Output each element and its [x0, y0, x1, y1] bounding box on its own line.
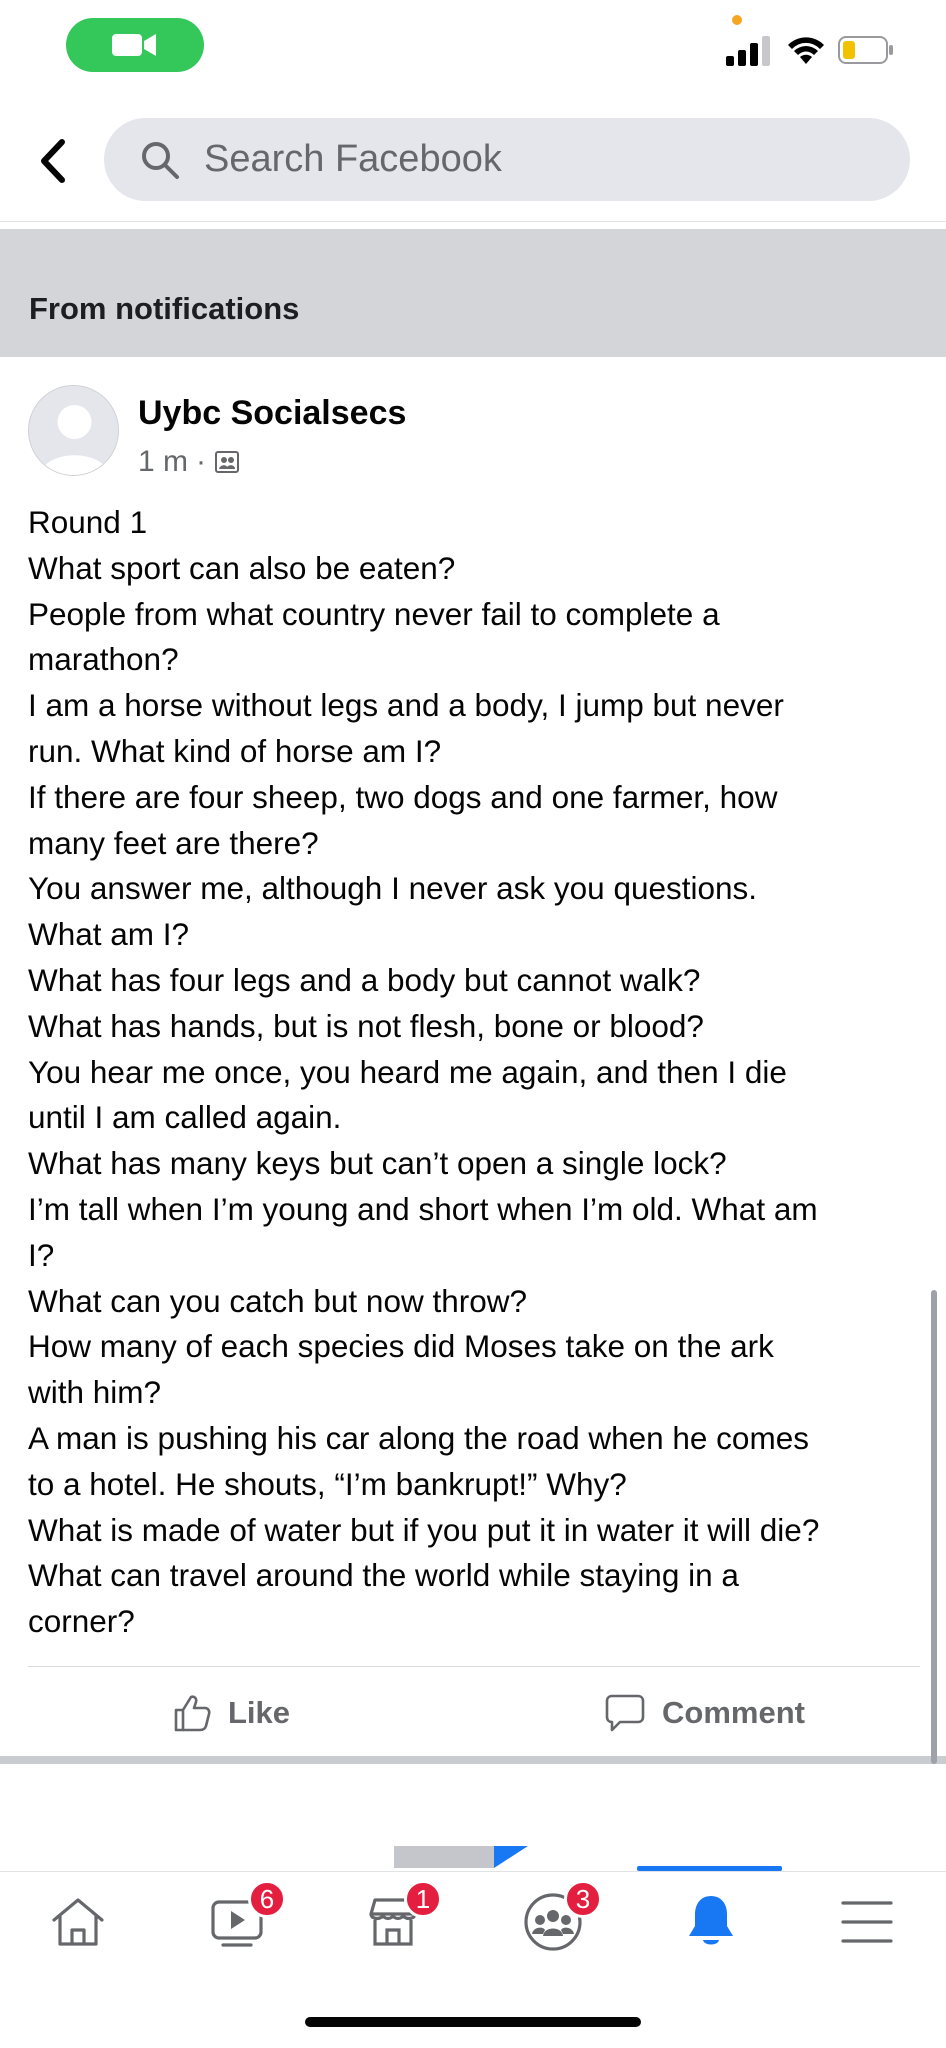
tab-menu[interactable] — [832, 1890, 902, 1954]
post-time[interactable]: 1 m — [138, 445, 188, 479]
scrollbar-thumb[interactable] — [931, 1290, 937, 1764]
post-body-line: run. What kind of horse am I? — [28, 732, 442, 769]
post-body-line: What has four legs and a body but cannot… — [28, 961, 701, 998]
like-button[interactable]: Like — [172, 1682, 290, 1744]
next-content-peek-accent — [494, 1846, 528, 1868]
post-body-line: I? — [28, 1236, 55, 1273]
video-camera-icon — [112, 34, 156, 56]
facebook-notification-post-page: Search Facebook From notifications Uybc … — [0, 0, 946, 2048]
post-body-line: If there are four sheep, two dogs and on… — [28, 778, 778, 815]
hamburger-menu-icon — [841, 1901, 893, 1943]
post-body-line: many feet are there? — [28, 824, 319, 861]
home-icon — [52, 1898, 104, 1946]
tab-notifications[interactable] — [676, 1890, 746, 1954]
marketplace-badge: 1 — [404, 1880, 442, 1918]
post-body-line: I’m tall when I’m young and short when I… — [28, 1190, 818, 1227]
status-bar — [0, 0, 946, 100]
post-body-line: A man is pushing his car along the road … — [28, 1419, 809, 1456]
post-body-line: What has hands, but is not flesh, bone o… — [28, 1007, 704, 1044]
tab-marketplace[interactable]: 1 — [358, 1880, 442, 1954]
thumbs-up-icon — [174, 1695, 211, 1732]
post-body-line: People from what country never fail to c… — [28, 595, 720, 632]
like-label: Like — [228, 1695, 291, 1730]
comment-label: Comment — [662, 1695, 805, 1730]
tab-home[interactable] — [43, 1890, 113, 1954]
tab-groups[interactable]: 3 — [518, 1880, 602, 1954]
post-body-line: How many of each species did Moses take … — [28, 1328, 774, 1365]
post-body-line: to a hotel. He shouts, “I’m bankrupt!” W… — [28, 1465, 627, 1502]
bottom-tab-bar: 6 1 3 — [0, 1871, 946, 1971]
post-body-line: What has many keys but can’t open a sing… — [28, 1145, 727, 1182]
battery-low-icon — [838, 36, 893, 64]
meta-separator: · — [196, 445, 207, 478]
post-body-line: with him? — [28, 1374, 162, 1411]
default-avatar-icon — [29, 386, 118, 475]
post-separator-bar — [0, 1756, 946, 1764]
post-meta: 1 m · — [138, 445, 240, 479]
signal-bars-icon — [726, 36, 770, 66]
avatar[interactable] — [28, 385, 119, 476]
facetime-pill[interactable] — [66, 18, 204, 72]
post-body-line: Round 1 — [28, 504, 148, 540]
search-icon — [142, 141, 179, 179]
post-body: Round 1 What sport can also be eaten? Peop… — [28, 500, 928, 1645]
search-input[interactable]: Search Facebook — [104, 118, 910, 201]
post-body-line: marathon? — [28, 641, 179, 678]
privacy-indicator-dot — [732, 15, 742, 25]
post-body-line: You answer me, although I never ask you … — [28, 870, 758, 907]
next-content-peek — [394, 1846, 494, 1868]
post-body-line: What am I? — [28, 916, 190, 953]
post-body-line: until I am called again. — [28, 1099, 342, 1136]
post-body-line: I am a horse without legs and a body, I … — [28, 687, 784, 724]
post-author[interactable]: Uybc Socialsecs — [138, 394, 406, 433]
post-body-line: You hear me once, you heard me again, an… — [28, 1053, 787, 1090]
post-body-line: What can you catch but now throw? — [28, 1282, 528, 1319]
post-body-line: corner? — [28, 1603, 135, 1640]
comment-bubble-icon — [605, 1694, 645, 1732]
group-audience-icon — [215, 451, 240, 473]
home-indicator[interactable] — [305, 2017, 641, 2027]
post-body-line: What sport can also be eaten? — [28, 549, 456, 586]
comment-button[interactable]: Comment — [604, 1682, 805, 1744]
from-notifications-band: From notifications — [0, 229, 946, 357]
post-action-divider — [28, 1666, 920, 1667]
search-placeholder: Search Facebook — [204, 138, 502, 180]
post-body-line: What is made of water but if you put it … — [28, 1511, 820, 1548]
watch-badge: 6 — [248, 1880, 286, 1918]
post-body-line: What can travel around the world while s… — [28, 1557, 739, 1594]
bell-icon — [689, 1896, 733, 1945]
groups-badge: 3 — [564, 1880, 602, 1918]
band-label: From notifications — [29, 291, 300, 326]
wifi-icon — [788, 37, 824, 64]
tab-watch[interactable]: 6 — [202, 1880, 286, 1954]
search-header: Search Facebook — [0, 100, 946, 222]
chevron-left-icon[interactable] — [34, 136, 74, 186]
